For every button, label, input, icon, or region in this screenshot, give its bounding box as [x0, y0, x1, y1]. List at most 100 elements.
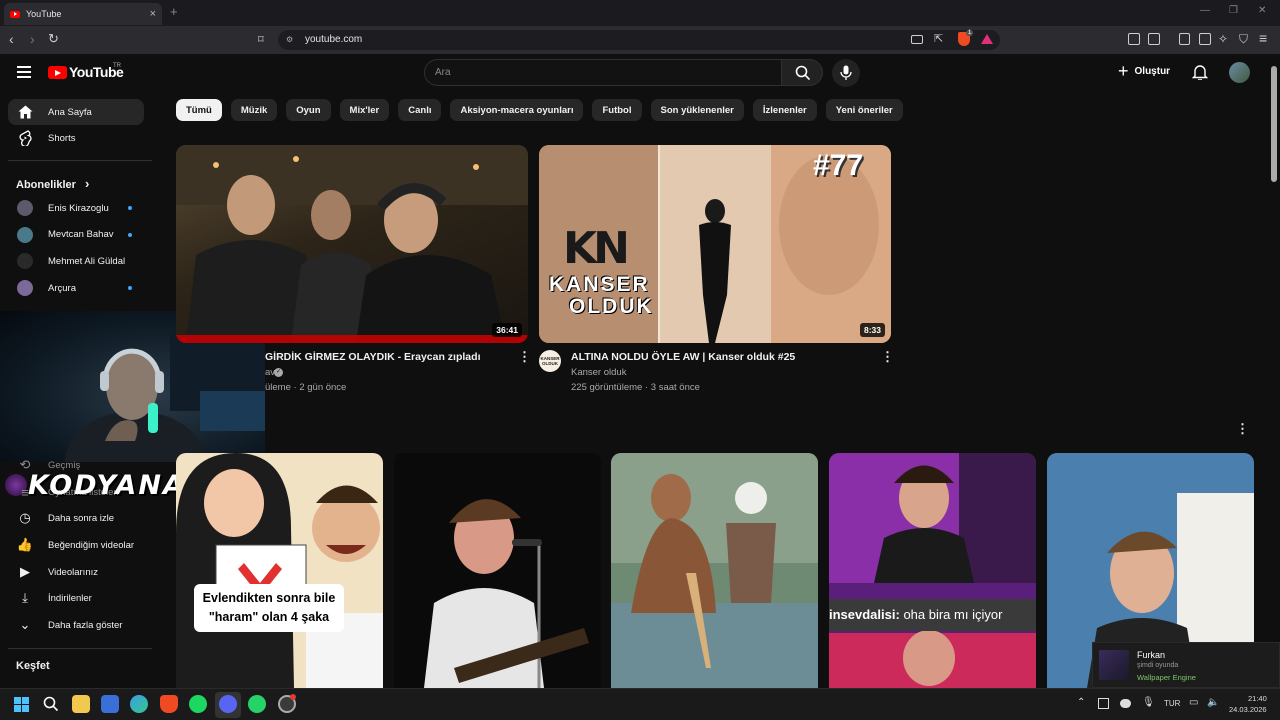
- watch-later-icon: ◷: [19, 510, 31, 525]
- filter-chip[interactable]: Müzik: [230, 99, 278, 121]
- filter-chip[interactable]: Yeni öneriler: [825, 99, 903, 121]
- short-thumbnail[interactable]: insevdalisi: oha bira mı içiyor: [829, 453, 1036, 688]
- store-icon[interactable]: [101, 695, 119, 713]
- whatsapp-icon[interactable]: [248, 695, 266, 713]
- short-thumbnail[interactable]: [394, 453, 601, 688]
- tray-network-icon[interactable]: ▭: [1189, 697, 1198, 708]
- filter-chip[interactable]: Aksiyon-macera oyunları: [450, 99, 584, 121]
- filter-chip[interactable]: Tümü: [176, 99, 222, 121]
- spotify-icon[interactable]: [189, 695, 207, 713]
- tray-app-icon[interactable]: [1098, 698, 1109, 709]
- browser-tab[interactable]: YouTube ×: [4, 3, 162, 25]
- search-input[interactable]: Ara: [424, 59, 782, 86]
- brave-rewards-icon[interactable]: [981, 34, 993, 44]
- video-title[interactable]: ALTINA NOLDU ÖYLE AW | Kanser olduk #25: [571, 351, 795, 363]
- menu-icon[interactable]: ≡: [1259, 30, 1267, 46]
- sidebar-subscription[interactable]: Mehmet Ali Güldal: [8, 248, 144, 274]
- sidebar-item[interactable]: ▶ Videolarınız: [8, 559, 144, 585]
- short-thumbnail[interactable]: Evlendikten sonra bile "haram" olan 4 şa…: [176, 453, 383, 688]
- page-scrollbar-thumb[interactable]: [1271, 66, 1277, 182]
- taskbar-search-icon[interactable]: [43, 696, 59, 712]
- channel-name[interactable]: Kanser olduk: [571, 367, 626, 378]
- sidebar-subscription[interactable]: Enis Kirazoglu: [8, 195, 144, 221]
- subscriptions-header-label: Abonelikler: [16, 179, 76, 191]
- ai-icon[interactable]: ✧: [1218, 32, 1228, 46]
- sidebar-toggle-icon[interactable]: [1179, 33, 1190, 45]
- sidebar-item-label: Daha sonra izle: [48, 512, 115, 524]
- minimize-icon[interactable]: —: [1200, 5, 1210, 16]
- sidebar-item-label: İndirilenler: [48, 592, 92, 604]
- vpn-icon[interactable]: ⛉: [1239, 32, 1248, 47]
- thumbnail-logo-text: KANSER: [549, 273, 650, 296]
- shorts-menu-icon[interactable]: ⋮: [1236, 421, 1249, 437]
- bookmark-icon[interactable]: ⌑: [258, 33, 264, 46]
- cast-icon[interactable]: [911, 35, 923, 44]
- voice-search-button[interactable]: [832, 59, 860, 87]
- tab-close-button[interactable]: ×: [150, 8, 156, 20]
- sidebar-item[interactable]: ⌄ Daha fazla göster: [8, 612, 144, 638]
- video-menu-icon[interactable]: ⋮: [881, 349, 894, 365]
- video-thumbnail[interactable]: 36:41: [176, 145, 528, 343]
- filter-chip[interactable]: Son yüklenenler: [650, 99, 744, 121]
- sidebar-subscription[interactable]: Arçura: [8, 275, 144, 301]
- discord-icon[interactable]: [219, 695, 237, 713]
- video-menu-icon[interactable]: ⋮: [518, 349, 531, 365]
- filter-chip[interactable]: Mix'ler: [339, 99, 390, 121]
- sidebar-item[interactable]: ⤓ İndirilenler: [8, 585, 144, 611]
- subscriptions-header[interactable]: Abonelikler ›: [16, 176, 89, 191]
- file-explorer-icon[interactable]: [72, 695, 90, 713]
- tray-volume-icon[interactable]: 🔈: [1207, 697, 1219, 708]
- site-settings-icon[interactable]: ⚙: [286, 35, 293, 44]
- create-button[interactable]: + Oluştur: [1118, 62, 1171, 80]
- create-label: Oluştur: [1134, 65, 1171, 77]
- tray-date[interactable]: 24.03.2026: [1229, 705, 1267, 714]
- video-title[interactable]: GİRDİK GİRMEZ OLAYDIK - Eraycan zıpladı: [265, 351, 480, 363]
- guide-menu-icon[interactable]: [17, 66, 31, 78]
- channel-avatar[interactable]: KANSER OLDUK: [539, 350, 561, 372]
- sidebar-item-home[interactable]: Ana Sayfa: [8, 99, 144, 125]
- filter-chip[interactable]: Canlı: [398, 99, 442, 121]
- back-icon[interactable]: ‹: [9, 31, 14, 47]
- leo-icon[interactable]: [1199, 33, 1211, 45]
- filter-chip[interactable]: Futbol: [592, 99, 642, 121]
- chevron-right-icon: ›: [84, 176, 90, 191]
- sidebar-item[interactable]: ◷ Daha sonra izle: [8, 505, 144, 531]
- extensions-icon[interactable]: [1128, 33, 1140, 45]
- sidebar-item[interactable]: ≡ Oynatma listeleri: [8, 479, 144, 505]
- filter-chip[interactable]: Oyun: [286, 99, 331, 121]
- video-thumbnail[interactable]: KN KANSER OLDUK #77 8:33: [539, 145, 891, 343]
- game-activity-toast[interactable]: Furkan şimdi oyunda Wallpaper Engine: [1092, 642, 1280, 688]
- sidebar-item[interactable]: 👍 Beğendiğim videolar: [8, 532, 144, 558]
- new-tab-button[interactable]: +: [170, 4, 178, 19]
- share-icon[interactable]: ⇱: [934, 32, 943, 45]
- brave-icon[interactable]: [160, 695, 178, 713]
- notifications-bell-icon[interactable]: [1192, 64, 1208, 80]
- account-avatar[interactable]: [1229, 62, 1250, 83]
- url-text[interactable]: youtube.com: [305, 34, 362, 45]
- address-bar[interactable]: [278, 30, 1000, 50]
- short-thumbnail-image: [176, 453, 383, 688]
- window-close-icon[interactable]: ✕: [1258, 5, 1266, 16]
- tray-time[interactable]: 21:40: [1248, 694, 1267, 703]
- reload-icon[interactable]: ↻: [48, 31, 59, 47]
- sidebar-item-label: Mehmet Ali Güldal: [48, 255, 126, 267]
- youtube-logo-icon[interactable]: [48, 66, 67, 79]
- tray-mic-icon[interactable]: 🎙: [1142, 697, 1155, 708]
- sidebar-item-shorts[interactable]: Shorts: [8, 125, 144, 151]
- wallet-icon[interactable]: [1148, 33, 1160, 45]
- edge-icon[interactable]: [130, 695, 148, 713]
- tray-cloud-icon[interactable]: [1120, 699, 1131, 708]
- tray-language[interactable]: TUR: [1164, 699, 1180, 708]
- forward-icon[interactable]: ›: [30, 31, 35, 47]
- friend-status: şimdi oyunda: [1137, 662, 1179, 669]
- filter-chip[interactable]: İzlenenler: [752, 99, 817, 121]
- maximize-icon[interactable]: ❐: [1229, 5, 1238, 16]
- short-thumbnail[interactable]: [611, 453, 818, 688]
- new-content-dot: [128, 206, 132, 210]
- sidebar-item[interactable]: ⟲ Geçmiş: [8, 452, 144, 478]
- tray-overflow-icon[interactable]: ⌃: [1077, 697, 1085, 708]
- sidebar-subscription[interactable]: Mevtcan Bahav: [8, 222, 144, 248]
- video-views: 225 görüntüleme · 3 saat önce: [571, 382, 700, 393]
- search-button[interactable]: [781, 59, 823, 86]
- start-icon[interactable]: [14, 697, 29, 712]
